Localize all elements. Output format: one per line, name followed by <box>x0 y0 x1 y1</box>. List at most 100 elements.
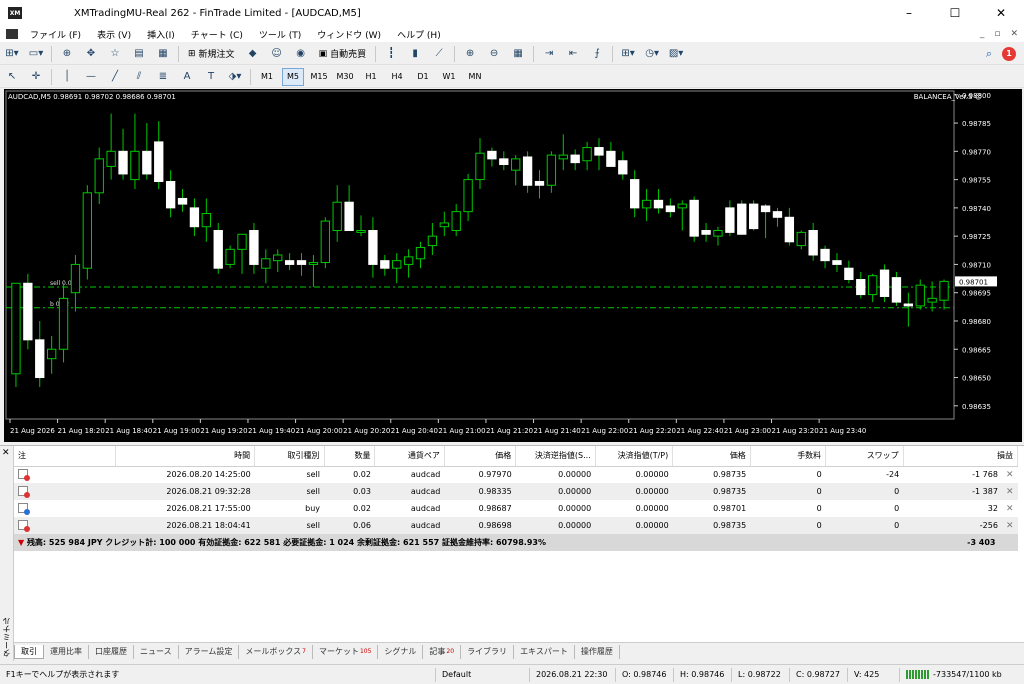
indicators-icon[interactable]: ⨍ <box>587 45 607 63</box>
tab-11[interactable]: 操作履歴 <box>575 644 620 659</box>
close-order-icon[interactable]: ✕ <box>1006 470 1014 480</box>
maximize-button[interactable]: ☐ <box>932 0 978 26</box>
signals-icon[interactable]: ◉ <box>291 45 311 63</box>
close-button[interactable]: ✕ <box>978 0 1024 26</box>
timeframe-m30-button[interactable]: M30 <box>334 68 356 86</box>
column-header[interactable]: 決済指値(T/P) <box>595 446 674 467</box>
timeframe-h1-button[interactable]: H1 <box>360 68 382 86</box>
zoom-in-icon[interactable]: ⊕ <box>460 45 480 63</box>
line-chart-icon[interactable]: ⟋ <box>429 45 449 63</box>
auto-trade-button[interactable]: ▣ 自動売買 <box>315 45 371 63</box>
new-chart-icon[interactable]: ⊞▾ <box>2 45 22 63</box>
close-order-icon[interactable]: ✕ <box>1006 487 1014 497</box>
order-time: 2026.08.20 14:25:00 <box>115 466 255 483</box>
new-order-button[interactable]: ⊞ 新規注文 <box>184 45 239 63</box>
periods-icon[interactable]: ◷▾ <box>642 45 662 63</box>
tab-8[interactable]: 記事 20 <box>423 644 462 659</box>
close-order-icon[interactable]: ✕ <box>1006 504 1014 514</box>
column-header[interactable]: 手数料 <box>750 446 827 467</box>
column-header[interactable]: 価格 <box>444 446 517 467</box>
menu-file[interactable]: ファイル (F) <box>22 28 89 41</box>
horizontal-line-icon[interactable]: — <box>81 68 101 86</box>
notification-badge[interactable]: 1 <box>1002 46 1016 61</box>
timeframe-m1-button[interactable]: M1 <box>256 68 278 86</box>
tab-5[interactable]: メールボックス 7 <box>239 644 313 659</box>
menu-chart[interactable]: チャート (C) <box>183 28 251 41</box>
order-profit-cell: -1 768 ✕ <box>903 466 1018 483</box>
search-icon[interactable]: ⌕ <box>986 47 992 61</box>
status-connection[interactable]: -733547/1100 kb <box>900 668 1008 682</box>
channel-icon[interactable]: ⫽ <box>129 68 149 86</box>
trendline-icon[interactable]: ╱ <box>105 68 125 86</box>
column-header[interactable]: 決済逆指値(S... <box>515 446 596 467</box>
metaeditor-icon[interactable]: ◆ <box>243 45 263 63</box>
window-title: XMTradingMU-Real 262 - FinTrade Limited … <box>74 7 361 19</box>
column-header[interactable]: 時間 <box>115 446 256 467</box>
menu-help[interactable]: ヘルプ (H) <box>389 28 449 41</box>
menu-window[interactable]: ウィンドウ (W) <box>309 28 389 41</box>
price-chart[interactable]: 0.98800 0.98785 0.98770 0.98755 0.98740 0.987… <box>4 89 1022 442</box>
menu-view[interactable]: 表示 (V) <box>89 28 139 41</box>
tab-10[interactable]: エキスパート <box>514 644 575 659</box>
data-window-icon[interactable]: ✥ <box>81 45 101 63</box>
order-row[interactable]: 2026.08.21 18:04:41 sell 0.06 audcad 0.98698… <box>14 517 1018 534</box>
bar-chart-icon[interactable]: ┇ <box>381 45 401 63</box>
menu-tools[interactable]: ツール (T) <box>251 28 309 41</box>
tab-1[interactable]: 運用比率 <box>44 644 89 659</box>
tile-windows-icon[interactable]: ▦ <box>508 45 528 63</box>
timeframe-mn-button[interactable]: MN <box>464 68 486 86</box>
x-tick-label: 21 Aug 22:20 <box>629 427 676 435</box>
timeframe-m15-button[interactable]: M15 <box>308 68 330 86</box>
strategy-tester-icon[interactable]: ▦ <box>153 45 173 63</box>
column-header[interactable]: 価格 <box>672 446 751 467</box>
arrows-icon[interactable]: ⬗▾ <box>225 68 245 86</box>
tab-4[interactable]: アラーム設定 <box>179 644 240 659</box>
candlestick-icon[interactable]: ▮ <box>405 45 425 63</box>
minimize-button[interactable]: – <box>886 0 932 26</box>
close-order-icon[interactable]: ✕ <box>1006 521 1014 531</box>
column-header[interactable]: スワップ <box>825 446 904 467</box>
tab-2[interactable]: 口座履歴 <box>89 644 134 659</box>
label-icon[interactable]: T <box>201 68 221 86</box>
mdi-minimize-button[interactable]: _ <box>980 29 985 39</box>
navigator-icon[interactable]: ☆ <box>105 45 125 63</box>
crosshair-icon[interactable]: ✛ <box>26 68 46 86</box>
tab-6[interactable]: マーケット 105 <box>313 644 379 659</box>
column-header[interactable]: 取引種別 <box>254 446 325 467</box>
column-header[interactable]: 数量 <box>324 446 376 467</box>
mdi-close-button[interactable]: ✕ <box>1010 29 1018 39</box>
auto-scroll-icon[interactable]: ⇥ <box>539 45 559 63</box>
indicator-list-icon[interactable]: ⊞▾ <box>618 45 638 63</box>
order-row[interactable]: 2026.08.20 14:25:00 sell 0.02 audcad 0.97970… <box>14 466 1018 483</box>
terminal-close-icon[interactable]: ✕ <box>2 448 10 458</box>
text-icon[interactable]: A <box>177 68 197 86</box>
timeframe-m5-button[interactable]: M5 <box>282 67 304 86</box>
cursor-icon[interactable]: ↖ <box>2 68 22 86</box>
tab-badge: 105 <box>359 648 372 655</box>
tab-9[interactable]: ライブラリ <box>461 644 515 659</box>
timeframe-d1-button[interactable]: D1 <box>412 68 434 86</box>
profiles-icon[interactable]: ▭▾ <box>26 45 46 63</box>
column-header[interactable]: 損益 <box>903 446 1019 467</box>
chart-shift-icon[interactable]: ⇤ <box>563 45 583 63</box>
order-row[interactable]: 2026.08.21 09:32:28 sell 0.03 audcad 0.98335… <box>14 483 1018 500</box>
fibonacci-icon[interactable]: ≣ <box>153 68 173 86</box>
mdi-restore-button[interactable]: ▫ <box>994 29 1000 39</box>
market-watch-icon[interactable]: ⊕ <box>57 45 77 63</box>
tab-3[interactable]: ニュース <box>134 644 179 659</box>
summary-arrow-icon: ▼ <box>18 538 27 547</box>
timeframe-w1-button[interactable]: W1 <box>438 68 460 86</box>
templates-icon[interactable]: ▨▾ <box>666 45 686 63</box>
zoom-out-icon[interactable]: ⊖ <box>484 45 504 63</box>
candlestick-chart[interactable]: 0.988000.987850.987700.987550.987400.987… <box>4 89 1022 442</box>
order-row[interactable]: 2026.08.21 17:55:00 buy 0.02 audcad 0.98687 0… <box>14 500 1018 517</box>
menu-insert[interactable]: 挿入(I) <box>139 28 183 41</box>
user-icon[interactable]: ☺ <box>267 45 287 63</box>
column-header[interactable]: 通貨ペア <box>374 446 445 467</box>
vertical-line-icon[interactable]: │ <box>57 68 77 86</box>
tab-7[interactable]: シグナル <box>378 644 424 659</box>
tab-0[interactable]: 取引 <box>14 644 44 659</box>
column-header[interactable]: 注 <box>14 446 117 467</box>
timeframe-h4-button[interactable]: H4 <box>386 68 408 86</box>
terminal-icon[interactable]: ▤ <box>129 45 149 63</box>
